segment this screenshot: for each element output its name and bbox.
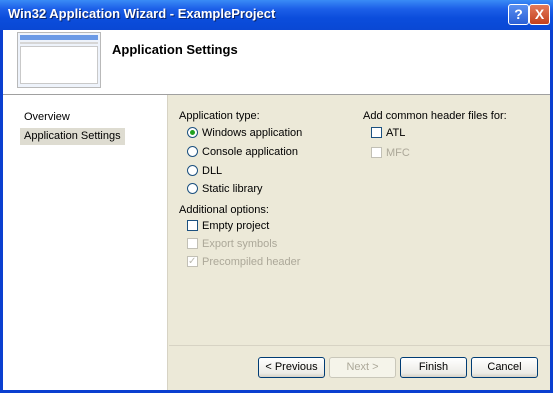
nav-item-overview[interactable]: Overview <box>20 109 74 126</box>
checkbox-icon[interactable] <box>371 126 382 138</box>
close-button[interactable]: X <box>529 4 550 25</box>
radio-label: Static library <box>202 183 263 195</box>
help-button[interactable]: ? <box>508 4 529 25</box>
checkbox-icon[interactable] <box>187 219 198 231</box>
radio-icon[interactable] <box>187 164 198 176</box>
checkbox-label: Precompiled header <box>202 256 301 268</box>
checkbox-mfc: MFC <box>371 146 410 161</box>
app-type-label: Application type: <box>179 110 260 122</box>
checkbox-empty-project[interactable]: Empty project <box>187 219 269 234</box>
checkbox-atl[interactable]: ATL <box>371 126 405 141</box>
nav-item-application-settings[interactable]: Application Settings <box>20 128 125 145</box>
radio-windows-application[interactable]: Windows application <box>187 126 302 141</box>
next-button: Next > <box>329 357 396 378</box>
title-bar[interactable]: Win32 Application Wizard - ExampleProjec… <box>0 0 553 30</box>
header-files-label: Add common header files for: <box>363 110 507 122</box>
radio-label: DLL <box>202 165 223 177</box>
radio-static-library[interactable]: Static library <box>187 182 263 197</box>
checkbox-label: Export symbols <box>202 238 278 250</box>
additional-options-label: Additional options: <box>179 204 269 216</box>
window-title: Win32 Application Wizard - ExampleProjec… <box>8 6 276 21</box>
checkbox-label: MFC <box>386 147 410 159</box>
client-area: Application Settings Overview Applicatio… <box>3 30 550 390</box>
finish-button[interactable]: Finish <box>400 357 467 378</box>
wizard-banner-icon <box>17 32 101 88</box>
checkbox-icon <box>371 146 382 158</box>
radio-icon[interactable] <box>187 145 198 157</box>
settings-content: Application type: Windows application Co… <box>169 95 550 345</box>
checkbox-export-symbols: Export symbols <box>187 237 277 252</box>
nav-sidebar: Overview Application Settings <box>3 95 168 390</box>
radio-label: Console application <box>202 146 299 158</box>
footer-divider <box>169 345 550 346</box>
page-title: Application Settings <box>112 42 238 57</box>
radio-console-application[interactable]: Console application <box>187 145 298 160</box>
checkbox-label: ATL <box>386 127 406 139</box>
radio-dll[interactable]: DLL <box>187 164 222 179</box>
cancel-button[interactable]: Cancel <box>471 357 538 378</box>
wizard-window: Win32 Application Wizard - ExampleProjec… <box>0 0 553 393</box>
radio-label: Windows application <box>202 127 303 139</box>
checkmark-icon <box>187 254 198 269</box>
radio-selected-icon[interactable] <box>187 126 198 138</box>
radio-icon[interactable] <box>187 182 198 194</box>
checkbox-label: Empty project <box>202 220 270 232</box>
checkbox-icon <box>187 237 198 249</box>
previous-button[interactable]: < Previous <box>258 357 325 378</box>
checkbox-precompiled-header: Precompiled header <box>187 254 301 270</box>
header-panel: Application Settings <box>3 30 550 95</box>
